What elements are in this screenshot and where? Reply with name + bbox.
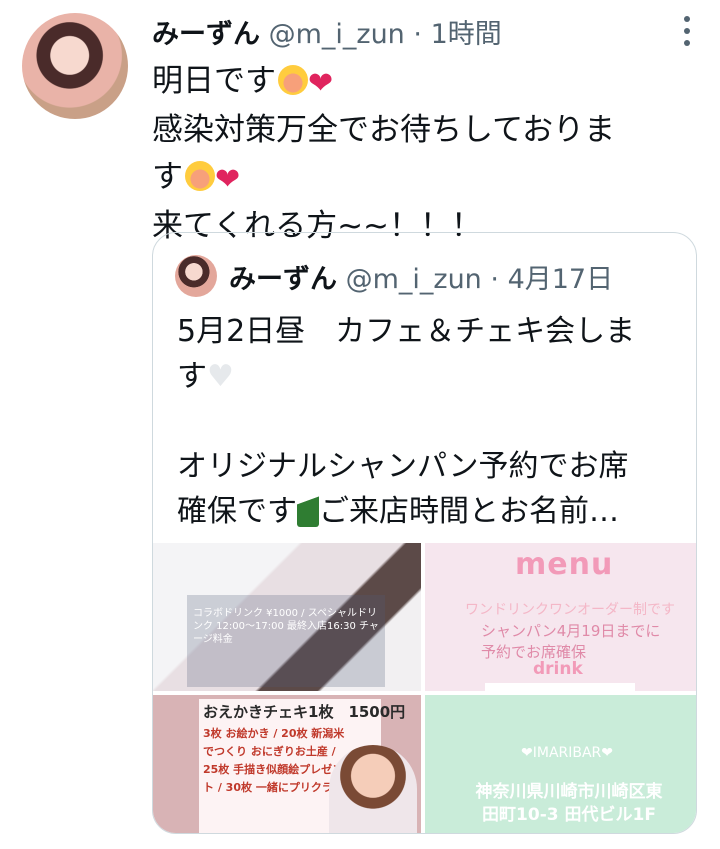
smiling-face-icon	[278, 65, 308, 95]
tweet-header: みーずん @m_i_zun · 1時間	[152, 12, 502, 51]
image-4-bar-name: ❤IMARIBAR❤	[521, 745, 614, 761]
smiling-face-icon	[185, 161, 215, 191]
handle[interactable]: @m_i_zun	[269, 19, 405, 50]
quoted-line-4: 確保です	[177, 494, 297, 529]
tweet-text: 明日です ❤ 感染対策万全でお待ちしておりま す ❤ 来てくれる方~~！！！	[152, 58, 672, 250]
image-grid: コラボドリンク ¥1000 / スペシャルドリンク 12:00〜17:00 最終…	[153, 543, 696, 833]
separator: ·	[413, 19, 422, 50]
quoted-date: 4月17日	[507, 264, 614, 295]
quoted-line-3: オリジナルシャンパン予約でお席	[177, 449, 629, 484]
image-2-bar	[485, 683, 635, 691]
image-3-person	[329, 745, 417, 833]
profile-avatar[interactable]	[22, 13, 128, 119]
quoted-line-5: ご来店時間とお名前…	[319, 494, 619, 529]
image-2-body: シャンパン4月19日までに予約でお席確保	[481, 622, 661, 661]
image-1[interactable]: コラボドリンク ¥1000 / スペシャルドリンク 12:00〜17:00 最終…	[153, 543, 421, 691]
quoted-tweet[interactable]: みーずん @m_i_zun · 4月17日 5月2日昼 カフェ＆チェキ会しま す…	[152, 232, 697, 834]
more-options-button[interactable]	[676, 16, 698, 46]
display-name[interactable]: みーずん	[152, 19, 260, 50]
image-4[interactable]: ❤IMARIBAR❤ 神奈川県川崎市川崎区東田町10-3 田代ビル1F	[425, 695, 696, 833]
image-1-text: コラボドリンク ¥1000 / スペシャルドリンク 12:00〜17:00 最終…	[193, 608, 379, 645]
quoted-avatar	[175, 255, 217, 297]
image-2[interactable]: menu ワンドリンクワンオーダー制です シャンパン4月19日までに予約でお席確…	[425, 543, 696, 691]
champagne-bottle-icon	[297, 491, 319, 527]
tweet-line-1: 明日です	[152, 63, 276, 99]
quoted-line-2: す	[177, 359, 207, 394]
image-3-title: おえかきチェキ1枚 1500円	[203, 703, 406, 721]
image-4-address: 神奈川県川崎市川崎区東田町10-3 田代ビル1F	[475, 782, 663, 825]
image-2-title: menu	[515, 547, 614, 582]
tweet-line-2: 感染対策万全でお待ちしておりま	[152, 112, 616, 148]
more-vertical-icon	[684, 28, 690, 34]
quoted-line-1: 5月2日昼 カフェ＆チェキ会しま	[177, 314, 636, 349]
quoted-separator: ·	[490, 264, 499, 295]
red-heart-icon: ❤	[308, 66, 334, 101]
image-3[interactable]: おえかきチェキ1枚 1500円 3枚 お絵かき / 20枚 新潟米でつくり おに…	[153, 695, 421, 833]
white-heart-icon: ♥	[207, 359, 234, 394]
image-2-subtitle: ワンドリンクワンオーダー制です	[465, 602, 675, 618]
more-vertical-icon	[684, 40, 690, 46]
quoted-header: みーずん @m_i_zun · 4月17日	[229, 257, 613, 296]
tweet-line-3: す	[152, 159, 183, 195]
image-2-drink: drink	[533, 659, 583, 679]
quoted-handle: @m_i_zun	[345, 264, 482, 295]
timestamp[interactable]: 1時間	[431, 19, 502, 50]
quoted-display-name: みーずん	[229, 264, 337, 295]
more-vertical-icon	[684, 16, 690, 22]
red-heart-icon: ❤	[215, 162, 241, 197]
quoted-text: 5月2日昼 カフェ＆チェキ会しま す♥ オリジナルシャンパン予約でお席 確保です…	[177, 309, 682, 534]
